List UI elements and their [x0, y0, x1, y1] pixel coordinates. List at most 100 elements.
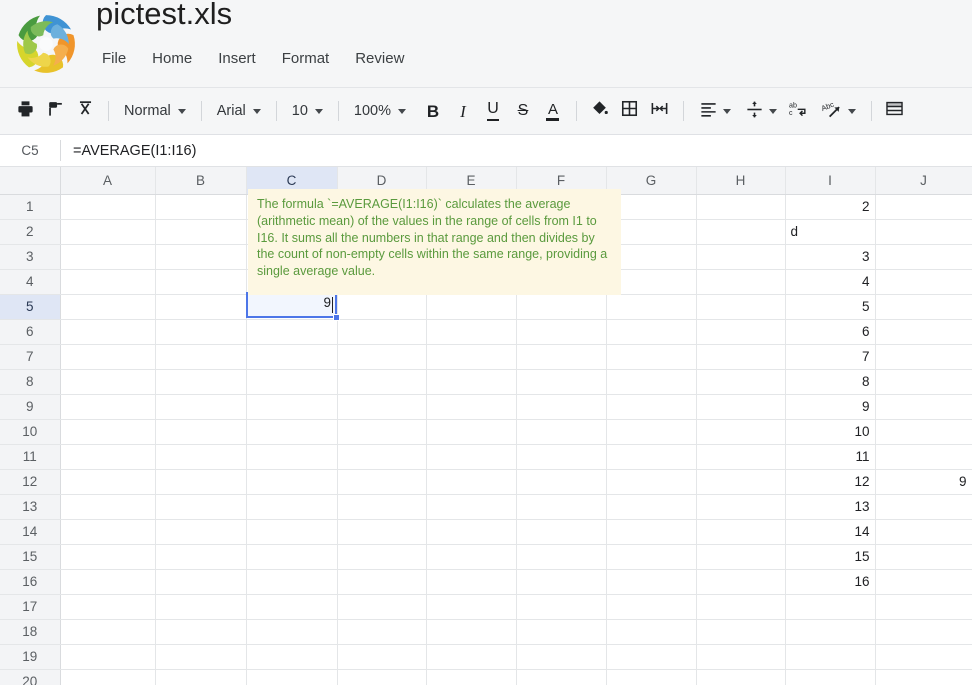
cell-H11[interactable]: [696, 444, 785, 469]
cell-G17[interactable]: [606, 594, 696, 619]
cell-B3[interactable]: [155, 244, 246, 269]
cell-E8[interactable]: [426, 369, 516, 394]
cell-F10[interactable]: [516, 419, 606, 444]
cell-G5[interactable]: [606, 294, 696, 319]
cell-F14[interactable]: [516, 519, 606, 544]
cell-E16[interactable]: [426, 569, 516, 594]
cell-F5[interactable]: [516, 294, 606, 319]
cell-A15[interactable]: [60, 544, 155, 569]
cell-B2[interactable]: [155, 219, 246, 244]
cell-F6[interactable]: [516, 319, 606, 344]
cell-F7[interactable]: [516, 344, 606, 369]
cell-B20[interactable]: [155, 669, 246, 685]
row-header-11[interactable]: 11: [0, 444, 60, 469]
row-header-8[interactable]: 8: [0, 369, 60, 394]
menu-insert[interactable]: Insert: [216, 48, 258, 69]
cell-J13[interactable]: [875, 494, 972, 519]
cell-D19[interactable]: [337, 644, 426, 669]
cell-I15[interactable]: 15: [785, 544, 875, 569]
cell-F19[interactable]: [516, 644, 606, 669]
cell-E5[interactable]: [426, 294, 516, 319]
zoom-dropdown[interactable]: 100%: [347, 96, 413, 126]
font-family-dropdown[interactable]: Arial: [210, 96, 268, 126]
cell-A9[interactable]: [60, 394, 155, 419]
cell-E13[interactable]: [426, 494, 516, 519]
font-size-dropdown[interactable]: 10: [285, 96, 330, 126]
cell-D18[interactable]: [337, 619, 426, 644]
cell-C15[interactable]: [246, 544, 337, 569]
cell-D16[interactable]: [337, 569, 426, 594]
text-style-dropdown[interactable]: Normal: [117, 96, 193, 126]
cell-E9[interactable]: [426, 394, 516, 419]
formula-input[interactable]: [61, 135, 972, 166]
cell-C11[interactable]: [246, 444, 337, 469]
cell-G9[interactable]: [606, 394, 696, 419]
cell-C13[interactable]: [246, 494, 337, 519]
cell-J16[interactable]: [875, 569, 972, 594]
cell-H1[interactable]: [696, 194, 785, 219]
underline-button[interactable]: U: [478, 96, 508, 126]
cell-A18[interactable]: [60, 619, 155, 644]
cell-F18[interactable]: [516, 619, 606, 644]
cell-B14[interactable]: [155, 519, 246, 544]
cell-H10[interactable]: [696, 419, 785, 444]
menu-home[interactable]: Home: [150, 48, 194, 69]
menu-format[interactable]: Format: [280, 48, 332, 69]
cell-C20[interactable]: [246, 669, 337, 685]
cell-G11[interactable]: [606, 444, 696, 469]
cell-D7[interactable]: [337, 344, 426, 369]
cell-G14[interactable]: [606, 519, 696, 544]
cell-E20[interactable]: [426, 669, 516, 685]
cell-H9[interactable]: [696, 394, 785, 419]
cell-D10[interactable]: [337, 419, 426, 444]
cell-I9[interactable]: 9: [785, 394, 875, 419]
cell-I11[interactable]: 11: [785, 444, 875, 469]
cell-J6[interactable]: [875, 319, 972, 344]
cell-F8[interactable]: [516, 369, 606, 394]
row-header-16[interactable]: 16: [0, 569, 60, 594]
cell-D11[interactable]: [337, 444, 426, 469]
freeze-panes-button[interactable]: [880, 96, 910, 126]
cell-J1[interactable]: [875, 194, 972, 219]
text-wrap-button[interactable]: ab c: [784, 96, 814, 126]
row-header-5[interactable]: 5: [0, 294, 60, 319]
row-header-7[interactable]: 7: [0, 344, 60, 369]
cell-J19[interactable]: [875, 644, 972, 669]
strikethrough-button[interactable]: S: [508, 96, 538, 126]
cell-A7[interactable]: [60, 344, 155, 369]
cell-G8[interactable]: [606, 369, 696, 394]
cell-C5[interactable]: [246, 294, 337, 319]
cell-J7[interactable]: [875, 344, 972, 369]
cell-C14[interactable]: [246, 519, 337, 544]
cell-B15[interactable]: [155, 544, 246, 569]
cell-H16[interactable]: [696, 569, 785, 594]
cell-H12[interactable]: [696, 469, 785, 494]
cell-C10[interactable]: [246, 419, 337, 444]
borders-button[interactable]: [615, 96, 645, 126]
cell-I13[interactable]: 13: [785, 494, 875, 519]
cell-I6[interactable]: 6: [785, 319, 875, 344]
cell-D8[interactable]: [337, 369, 426, 394]
cell-C18[interactable]: [246, 619, 337, 644]
cell-E7[interactable]: [426, 344, 516, 369]
cell-H18[interactable]: [696, 619, 785, 644]
column-header-H[interactable]: H: [696, 167, 785, 194]
cell-G18[interactable]: [606, 619, 696, 644]
column-header-A[interactable]: A: [60, 167, 155, 194]
fill-handle[interactable]: [333, 314, 340, 321]
cell-H14[interactable]: [696, 519, 785, 544]
cell-B4[interactable]: [155, 269, 246, 294]
row-header-6[interactable]: 6: [0, 319, 60, 344]
cell-I2[interactable]: d: [785, 219, 875, 244]
cell-A2[interactable]: [60, 219, 155, 244]
cell-B11[interactable]: [155, 444, 246, 469]
cell-J15[interactable]: [875, 544, 972, 569]
cell-C6[interactable]: [246, 319, 337, 344]
cell-E17[interactable]: [426, 594, 516, 619]
row-header-9[interactable]: 9: [0, 394, 60, 419]
cell-E11[interactable]: [426, 444, 516, 469]
cell-G19[interactable]: [606, 644, 696, 669]
cell-C7[interactable]: [246, 344, 337, 369]
cell-I18[interactable]: [785, 619, 875, 644]
row-header-2[interactable]: 2: [0, 219, 60, 244]
